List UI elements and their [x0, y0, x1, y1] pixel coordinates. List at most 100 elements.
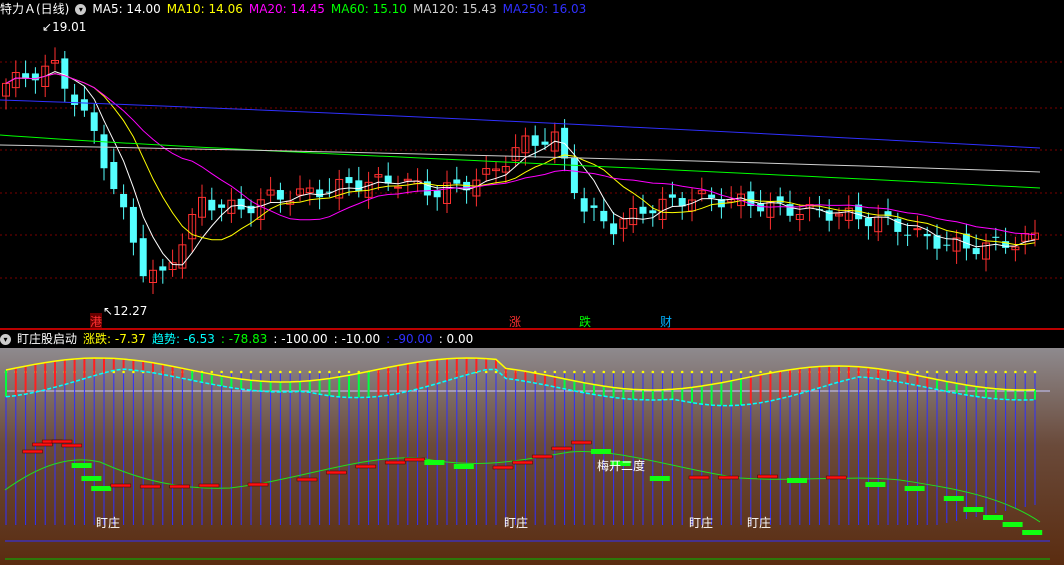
candle-body: [786, 204, 794, 216]
marker-dot: [671, 370, 674, 374]
marker-dot: [1023, 370, 1027, 374]
main-info-bar: 特力Ａ(日线) ▾ MA5: 14.00 MA10: 14.06 MA20: 14.45…: [0, 0, 1064, 18]
red-step: [531, 454, 553, 459]
candle-body: [120, 193, 128, 208]
marker-dot: [700, 370, 704, 374]
chevron-down-icon[interactable]: ▾: [0, 334, 11, 345]
marker-dot: [974, 370, 978, 374]
candle-body: [71, 94, 79, 105]
ma250-line: [0, 99, 1041, 149]
green-step: [424, 460, 445, 465]
indicator-value-0: 涨跌: -7.37: [83, 332, 146, 346]
marker-dot: [328, 370, 331, 374]
red-step: [110, 483, 132, 488]
chevron-down-icon[interactable]: ▾: [75, 4, 87, 15]
stock-name: 特力Ａ(日线): [0, 2, 70, 16]
red-step: [757, 474, 778, 479]
green-step: [943, 496, 964, 501]
marker-dot: [994, 370, 998, 374]
candle-body: [580, 198, 588, 212]
green-step: [1002, 522, 1023, 527]
green-step: [91, 486, 112, 491]
candle-body: [590, 205, 598, 208]
green-step: [453, 464, 474, 469]
marker-dot: [612, 370, 615, 374]
red-step: [198, 483, 220, 488]
candle-body: [218, 204, 226, 208]
candle-body: [610, 223, 618, 235]
marker-dot: [1033, 370, 1037, 374]
red-step: [139, 484, 161, 489]
ma10-line: [5, 73, 1036, 246]
marker-dot: [690, 370, 694, 374]
low-price-label: ↖12.27: [103, 304, 147, 318]
red-step: [247, 482, 269, 487]
candle-body: [923, 233, 931, 237]
marker-dot: [749, 370, 753, 374]
red-step: [492, 465, 514, 470]
marker-dot: [239, 370, 243, 374]
green-step: [787, 478, 807, 483]
green-step: [865, 482, 886, 487]
red-step: [551, 446, 573, 451]
candle-body: [649, 210, 657, 214]
marker-dot: [249, 370, 253, 374]
marker-dot: [543, 370, 547, 374]
indicator-name: 盯庄股启动: [17, 332, 78, 346]
marker-dot: [631, 370, 635, 374]
marker-dot: [945, 370, 949, 374]
marker-dot: [553, 370, 557, 374]
indicator-value-6: : 0.00: [438, 332, 474, 346]
green-step: [649, 476, 670, 481]
marker-dot: [710, 370, 713, 374]
marker-dot: [739, 370, 743, 374]
marker-dot: [337, 370, 341, 374]
red-step: [22, 449, 43, 454]
candle-body: [355, 180, 363, 192]
marker-dot: [288, 370, 292, 374]
ma-legend-item-4: MA120: 15.43: [412, 2, 497, 16]
annotation-watch-2: 盯庄: [504, 516, 529, 530]
ma5-line: [5, 71, 1036, 266]
red-step: [326, 470, 347, 475]
marker-dot: [318, 370, 321, 374]
green-step: [904, 486, 925, 491]
kline-panel[interactable]: 特力Ａ(日线) ▾ MA5: 14.00 MA10: 14.06 MA20: 14.45…: [0, 0, 1064, 330]
marker-dot: [759, 370, 762, 374]
candle-body: [913, 228, 922, 231]
red-step: [512, 460, 533, 465]
marker-dot: [259, 370, 263, 374]
candle-body: [110, 162, 118, 190]
marker-dot: [210, 370, 214, 374]
marker-dot: [563, 370, 566, 374]
candle-body: [208, 199, 216, 211]
kline-chart[interactable]: [0, 0, 1064, 330]
marker-dot: [984, 370, 988, 374]
marker-dot: [1014, 370, 1017, 374]
candle-body: [541, 141, 549, 145]
candle-body: [139, 238, 147, 277]
green-step: [81, 476, 102, 481]
marker-dot: [1004, 370, 1007, 374]
ma-legend-item-0: MA5: 14.00: [92, 2, 161, 16]
marker-dot: [925, 370, 929, 374]
marker-dot: [651, 370, 655, 374]
candle-body: [237, 198, 245, 210]
indicator-panel[interactable]: ▾ 盯庄股启动 涨跌: -7.37 趋势: -6.53: -78.83: -100.0…: [0, 330, 1064, 565]
annotation-second-bloom: 梅开二度: [597, 459, 646, 473]
ma-legend-item-5: MA250: 16.03: [502, 2, 587, 16]
indicator-chart[interactable]: [0, 330, 1064, 565]
candle-body: [159, 266, 167, 271]
ma20-line: [5, 73, 1036, 236]
marker-dot: [122, 370, 125, 374]
indicator-value-2: : -78.83: [220, 332, 268, 346]
indicator-value-1: 趋势: -6.53: [151, 332, 215, 346]
marker-dot: [220, 370, 223, 374]
candle-body: [668, 194, 676, 198]
green-step: [591, 449, 611, 454]
candle-body: [531, 135, 539, 146]
marker-dot: [279, 370, 282, 374]
red-step: [825, 475, 847, 480]
annotation-watch-3: 盯庄: [689, 516, 714, 530]
candle-body: [394, 186, 402, 189]
